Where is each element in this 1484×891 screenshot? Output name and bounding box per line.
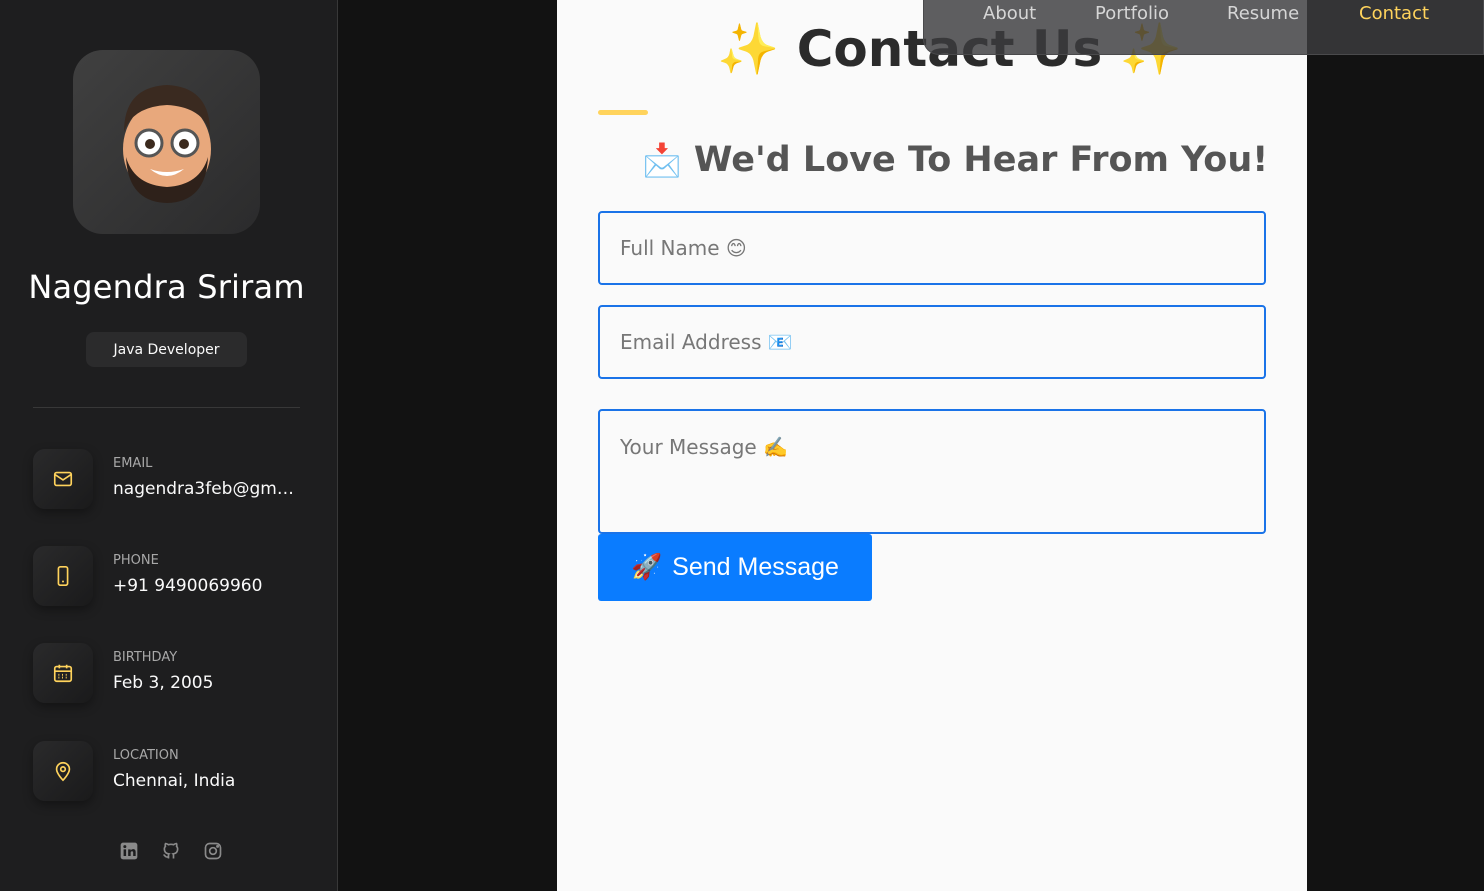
nav-resume[interactable]: Resume bbox=[1227, 3, 1299, 24]
nav-contact[interactable]: Contact bbox=[1359, 3, 1429, 24]
calendar-icon bbox=[33, 643, 93, 703]
avatar bbox=[73, 50, 260, 234]
message-textarea[interactable]: Your Message ✍️ bbox=[598, 409, 1266, 534]
envelope-icon: 📩 bbox=[642, 141, 682, 179]
phone-link[interactable]: +91 9490069960 bbox=[113, 576, 303, 596]
sidebar: Nagendra Sriram Java Developer EMAIL nag… bbox=[0, 0, 338, 891]
social-links bbox=[118, 840, 224, 862]
profile-name: Nagendra Sriram bbox=[28, 268, 305, 306]
nav-about[interactable]: About bbox=[983, 3, 1036, 24]
title-underline bbox=[598, 110, 648, 115]
mail-icon bbox=[33, 449, 93, 509]
memoji-avatar-icon bbox=[122, 85, 211, 203]
contact-label: BIRTHDAY bbox=[113, 650, 178, 665]
github-icon[interactable] bbox=[160, 840, 182, 862]
contact-item-email: EMAIL nagendra3feb@gmail.com bbox=[33, 449, 323, 509]
contact-subtitle: 📩 We'd Love To Hear From You! bbox=[642, 140, 1268, 180]
sidebar-separator bbox=[33, 407, 300, 408]
contact-card: ✨ Contact Us ✨ 📩 We'd Love To Hear From … bbox=[557, 0, 1307, 891]
full-name-input[interactable]: Full Name 😊 bbox=[598, 211, 1266, 285]
contact-item-birthday: BIRTHDAY Feb 3, 2005 bbox=[33, 643, 323, 703]
phone-icon bbox=[33, 546, 93, 606]
location-pin-icon bbox=[33, 741, 93, 801]
birthday-value: Feb 3, 2005 bbox=[113, 673, 214, 693]
nav-portfolio[interactable]: Portfolio bbox=[1095, 3, 1169, 24]
contact-label: EMAIL bbox=[113, 456, 153, 471]
linkedin-icon[interactable] bbox=[118, 840, 140, 862]
send-button-label: Send Message bbox=[672, 553, 839, 581]
top-navbar: About Portfolio Resume Contact bbox=[923, 0, 1484, 55]
contact-label: PHONE bbox=[113, 553, 159, 568]
profile-title-badge: Java Developer bbox=[86, 332, 247, 367]
sparkles-icon: ✨ bbox=[717, 20, 780, 78]
contact-item-location: LOCATION Chennai, India bbox=[33, 741, 323, 801]
send-message-button[interactable]: 🚀 Send Message bbox=[598, 534, 872, 601]
subtitle-text: We'd Love To Hear From You! bbox=[693, 140, 1269, 180]
contact-label: LOCATION bbox=[113, 748, 179, 763]
email-link[interactable]: nagendra3feb@gmail.com bbox=[113, 479, 303, 499]
rocket-icon: 🚀 bbox=[631, 553, 663, 581]
location-value: Chennai, India bbox=[113, 771, 236, 791]
email-input[interactable]: Email Address 📧 bbox=[598, 305, 1266, 379]
contact-item-phone: PHONE +91 9490069960 bbox=[33, 546, 323, 606]
instagram-icon[interactable] bbox=[202, 840, 224, 862]
